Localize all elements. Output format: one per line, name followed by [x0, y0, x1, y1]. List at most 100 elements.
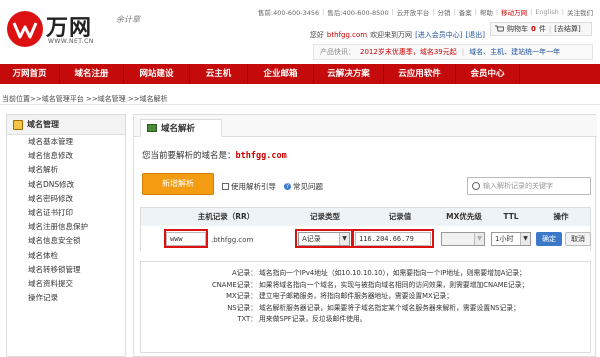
toplink-help[interactable]: 帮助	[477, 7, 496, 17]
help-key: TXT：	[237, 315, 257, 323]
record-search[interactable]: 输入解析记录的关键字	[467, 177, 591, 195]
cancel-button[interactable]: 取消	[565, 232, 591, 246]
header-value: 记录值	[388, 212, 412, 221]
record-edit-row: www .bthfgg.com A记录 ▼ 116.204.66.79 ▼ 1小…	[141, 226, 591, 251]
news-link[interactable]: 域名、主机、建站统一年一年	[469, 47, 560, 57]
help-icon: ?	[284, 183, 291, 190]
help-key: NS记录：	[227, 303, 257, 312]
toplink-distribution[interactable]: 分销	[435, 7, 454, 17]
sidebar-item-basic[interactable]: 域名基本管理	[7, 135, 125, 149]
current-domain-prefix: 您当前要解析的域名是：	[142, 151, 236, 161]
search-placeholder: 输入解析记录的关键字	[483, 182, 553, 190]
record-type-help: A记录： 域名指向一个IPv4地址（如10.10.10.10），如需要指向一个I…	[140, 261, 591, 353]
toplink-follow[interactable]: 关注我们	[564, 7, 596, 17]
toplink-mobile[interactable]: 移动万网	[498, 7, 530, 17]
help-key: CNAME记录：	[211, 280, 257, 289]
nav-cloud-solution[interactable]: 云解决方案	[314, 64, 384, 84]
sidebar-item-documents[interactable]: 域名资料提交	[7, 277, 125, 291]
current-domain-line: 您当前要解析的域名是：bthfgg.com	[142, 149, 287, 161]
tab-bar: 域名解析	[134, 115, 597, 137]
logo-mark-icon	[7, 11, 43, 47]
presale-phone: 售前:400-600-3456	[257, 9, 320, 17]
confirm-button[interactable]: 确定	[536, 232, 562, 246]
brand-signature: 余计草	[116, 15, 140, 24]
welcome-line: 您好 bthfgg.com 欢迎来到万网 [进入会员中心] [退出]	[310, 30, 485, 40]
cart-count: 0	[531, 25, 536, 33]
top-bar: 万网 WWW.NET.CN 余计草 售前:400-600-3456 | 售后:40…	[0, 0, 600, 60]
logout-link[interactable]: [退出]	[466, 30, 485, 40]
sidebar-item-security-lock[interactable]: 域名信息安全锁	[7, 234, 125, 248]
tab-dns[interactable]: 域名解析	[140, 119, 222, 137]
welcome-suffix: 欢迎来到万网	[370, 31, 413, 39]
help-key: MX记录：	[226, 292, 257, 300]
nav-member[interactable]: 会员中心	[456, 64, 520, 84]
help-row-a: A记录： 域名指向一个IPv4地址（如10.10.10.10），如需要指向一个I…	[141, 268, 590, 280]
guide-toggle[interactable]: 使用解析引导	[222, 181, 276, 192]
aftersale-phone: 售后:400-600-8500	[327, 9, 389, 17]
brand-url: WWW.NET.CN	[48, 38, 94, 45]
cart-widget[interactable]: 购物车 0 件 | [去结算]	[490, 22, 592, 36]
member-center-link[interactable]: [进入会员中心]	[415, 30, 462, 40]
host-highlight	[164, 229, 208, 248]
sidebar-item-transfer-lock[interactable]: 域名转移锁管理	[7, 263, 125, 277]
help-value: 如果将域名指向一个域名，实现与被指向域名相同的访问效果，则需要增加CNAME记录…	[259, 280, 529, 289]
help-value: 建立电子邮箱服务，将指向邮件服务器地址，需要设置MX记录；	[259, 292, 454, 300]
nav-cloud-software[interactable]: 云应用软件	[384, 64, 456, 84]
help-value: 用来做SPF记录，反垃圾邮件使用。	[259, 315, 367, 323]
toplink-cloud[interactable]: 云开放平台	[394, 7, 433, 17]
nav-email[interactable]: 企业邮箱	[248, 64, 314, 84]
chevron-down-icon: ▼	[474, 233, 484, 245]
top-links: 售前:400-600-3456 | 售后:400-600-8500 | 云开放平台 |…	[255, 6, 596, 18]
news-highlight[interactable]: 2012岁末优惠季，域名39元起	[360, 47, 457, 57]
news-label: 产品快讯：	[320, 48, 355, 56]
current-domain: bthfgg.com	[235, 151, 287, 161]
ttl-select-value: 1小时	[495, 235, 514, 243]
help-value: 域名解析服务器记录，如果要将子域名指定某个域名服务器来解析，需要设置NS记录；	[259, 303, 520, 312]
header-host: 主机记录（RR）	[197, 212, 255, 221]
help-row-mx: MX记录： 建立电子邮箱服务，将指向邮件服务器地址，需要设置MX记录；	[141, 291, 590, 303]
value-highlight	[352, 229, 434, 248]
add-record-button[interactable]: 新增解析	[142, 173, 214, 195]
help-row-txt: TXT： 用来做SPF记录，反垃圾邮件使用。	[141, 314, 590, 326]
breadcrumb-divider	[0, 104, 600, 105]
ttl-select[interactable]: 1小时 ▼	[491, 232, 531, 246]
mx-select[interactable]: ▼	[441, 232, 485, 246]
guide-label: 使用解析引导	[231, 182, 276, 191]
main-nav: 万网首页 域名注册 网站建设 云主机 企业邮箱 云解决方案 云应用软件 会员中心	[0, 64, 600, 84]
host-suffix: .bthfgg.com	[211, 236, 254, 244]
sidebar-item-certificate[interactable]: 域名证书打印	[7, 206, 125, 220]
dns-tab-icon	[147, 124, 157, 132]
record-table-header: 主机记录（RR） 记录类型 记录值 MX优先级 TTL 操作	[141, 208, 590, 226]
nav-website[interactable]: 网站建设	[124, 64, 190, 84]
guide-checkbox[interactable]	[222, 183, 229, 190]
sidebar-item-dns-modify[interactable]: 域名DNS修改	[7, 178, 125, 192]
faq-label: 常见问题	[293, 182, 323, 191]
sidebar-item-checkup[interactable]: 域名体检	[7, 249, 125, 263]
header-type: 记录类型	[310, 212, 340, 221]
sidebar-item-log[interactable]: 操作记录	[7, 291, 125, 305]
cart-unit: 件	[538, 25, 546, 33]
nav-cloud-host[interactable]: 云主机	[190, 64, 248, 84]
sidebar-item-privacy[interactable]: 域名注册信息保护	[7, 220, 125, 234]
welcome-prefix: 您好	[309, 31, 324, 39]
sidebar-title: 域名管理	[27, 120, 59, 129]
toplink-english[interactable]: English	[532, 8, 561, 16]
nav-home[interactable]: 万网首页	[0, 64, 60, 84]
brand-logo[interactable]: 万网 WWW.NET.CN 余计草	[6, 6, 146, 52]
toplink-record[interactable]: 备案	[456, 7, 475, 17]
sidebar-item-dns-resolve[interactable]: 域名解析	[7, 163, 125, 177]
type-highlight	[295, 229, 353, 248]
nav-domain[interactable]: 域名注册	[60, 64, 124, 84]
sidebar-item-password[interactable]: 域名密码修改	[7, 192, 125, 206]
checkout-link[interactable]: [去结算]	[554, 24, 580, 34]
search-icon	[472, 182, 480, 190]
faq-link[interactable]: ? 常见问题	[284, 181, 323, 192]
header-actions: 操作	[553, 212, 569, 221]
sidebar-header: 域名管理	[7, 115, 125, 135]
news-ticker: 产品快讯： 2012岁末优惠季，域名39元起 | 域名、主机、建站统一年一年	[313, 44, 593, 60]
sidebar: 域名管理 域名基本管理 域名信息修改 域名解析 域名DNS修改 域名密码修改 域…	[6, 114, 126, 357]
sidebar-item-info-edit[interactable]: 域名信息修改	[7, 149, 125, 163]
breadcrumb: 当前位置>>域名管理平台 >>域名管理 >>域名解析	[2, 95, 168, 103]
help-value: 域名指向一个IPv4地址（如10.10.10.10），如需要指向一个IP地址，则…	[259, 269, 526, 277]
help-row-ns: NS记录： 域名解析服务器记录，如果要将子域名指定某个域名服务器来解析，需要设置…	[141, 303, 590, 315]
